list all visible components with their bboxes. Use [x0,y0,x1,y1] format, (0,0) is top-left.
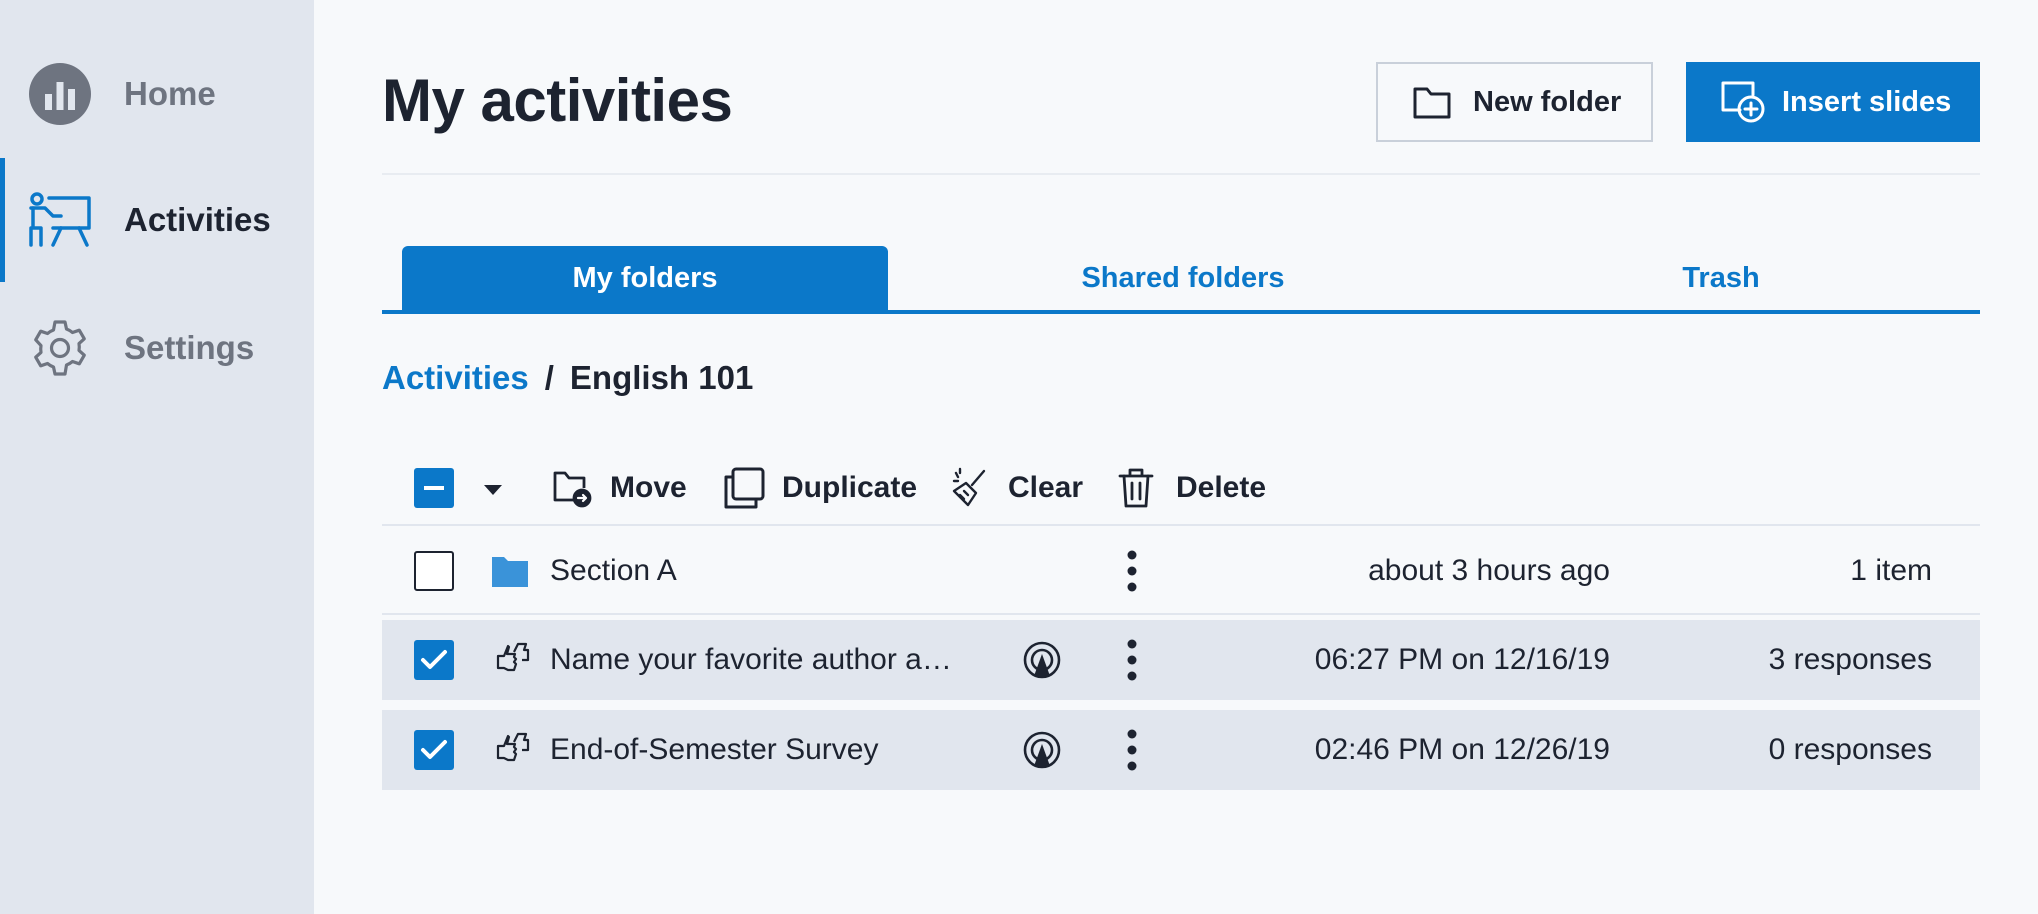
home-chart-icon [26,60,94,128]
table-row[interactable]: End-of-Semester Survey 02:46 PM on 12/26… [382,710,1980,790]
row-count: 1 item [1850,554,1932,587]
breadcrumb-link-activities[interactable]: Activities [382,359,529,397]
move-label: Move [610,471,687,504]
bulk-actions-toolbar: Move Duplicate Clear Delete [382,460,1980,516]
row-date: 02:46 PM on 12/26/19 [1314,733,1610,766]
breadcrumb-current: English 101 [569,359,754,396]
clear-label: Clear [1008,471,1084,504]
trash-icon [1118,467,1154,509]
sidebar-item-settings[interactable]: Settings [0,286,314,410]
row-checkbox[interactable] [414,640,454,680]
tabs-underline [382,310,1980,314]
page-title: My activities [382,67,733,134]
clear-broom-icon [950,467,992,509]
insert-slides-label: Insert slides [1782,85,1952,118]
delete-button[interactable]: Delete [1118,460,1266,516]
folder-outline-icon [1412,82,1452,130]
new-folder-button[interactable]: New folder [1376,62,1653,142]
add-slide-icon [1720,80,1766,132]
more-options-icon[interactable] [1124,728,1140,772]
header-divider [382,173,1980,175]
row-name[interactable]: End-of-Semester Survey [550,710,878,790]
duplicate-button[interactable]: Duplicate [722,460,917,516]
sidebar-item-label: Settings [124,329,255,366]
live-poll-icon [1022,730,1062,770]
duplicate-label: Duplicate [782,471,918,504]
select-options-dropdown[interactable] [478,460,508,516]
table-row[interactable]: Section A about 3 hours ago 1 item [382,531,1980,611]
caret-down-icon [482,471,504,505]
thumbs-up-down-icon [490,730,530,770]
thumbs-up-down-icon [490,640,530,680]
breadcrumb-separator: / [544,359,554,396]
insert-slides-button[interactable]: Insert slides [1686,62,1980,142]
new-folder-label: New folder [1473,85,1622,118]
row-name[interactable]: Name your favorite author a… [550,620,952,700]
sidebar: Home Activities Settings [0,0,314,914]
row-count: 0 responses [1768,733,1932,766]
presenter-icon [26,186,94,254]
clear-button[interactable]: Clear [950,460,1083,516]
row-divider [382,613,1980,615]
sidebar-item-label: Home [124,75,216,112]
tab-shared-folders[interactable]: Shared folders [940,246,1426,310]
move-folder-icon [552,468,592,508]
sidebar-item-home[interactable]: Home [0,32,314,156]
live-poll-icon [1022,640,1062,680]
delete-label: Delete [1176,471,1267,504]
folder-icon [490,551,530,591]
row-date: 06:27 PM on 12/16/19 [1314,643,1610,676]
select-all-checkbox[interactable] [414,468,454,508]
more-options-icon[interactable] [1124,638,1140,682]
toolbar-divider [382,524,1980,526]
tab-trash[interactable]: Trash [1478,246,1964,310]
row-checkbox[interactable] [414,551,454,591]
row-checkbox[interactable] [414,730,454,770]
sidebar-item-label: Activities [124,201,271,238]
row-date: about 3 hours ago [1368,554,1610,587]
sidebar-item-activities[interactable]: Activities [0,158,314,282]
table-row[interactable]: Name your favorite author a… 06:27 PM on… [382,620,1980,700]
breadcrumb: Activities / English 101 [382,356,753,400]
row-name[interactable]: Section A [550,531,677,611]
move-button[interactable]: Move [552,460,687,516]
more-options-icon[interactable] [1124,549,1140,593]
duplicate-icon [722,466,766,510]
row-count: 3 responses [1768,643,1932,676]
tab-my-folders[interactable]: My folders [402,246,888,310]
gear-icon [26,314,94,382]
